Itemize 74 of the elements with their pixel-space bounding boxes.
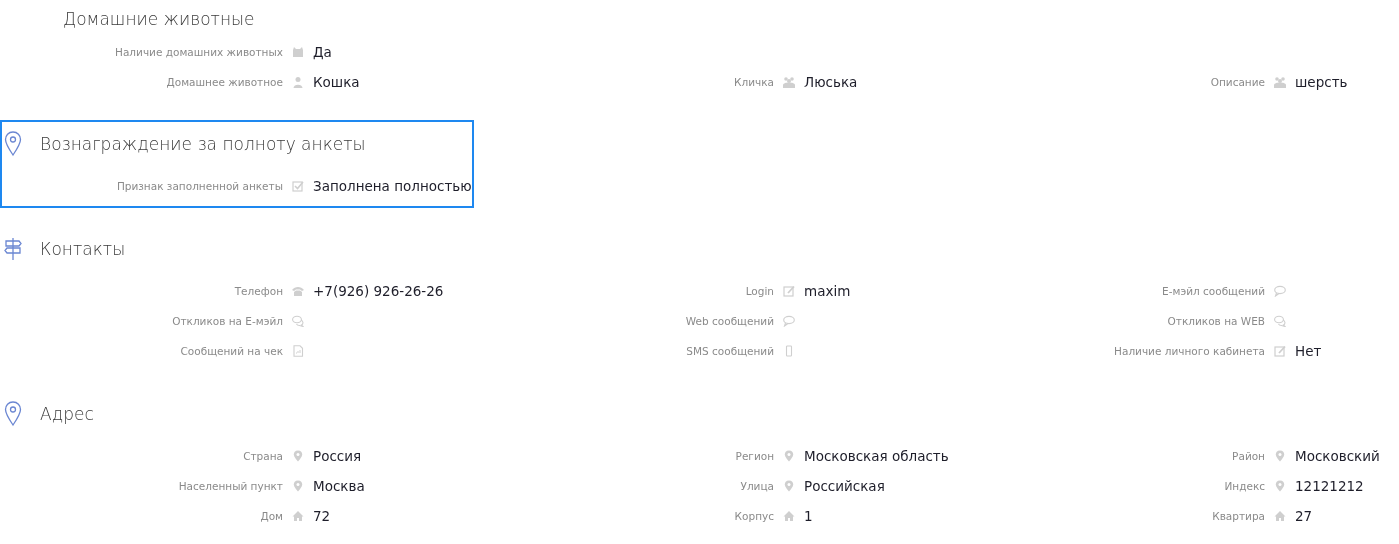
speech-bubble-icon <box>783 315 795 327</box>
speech-bubbles-icon <box>1274 315 1286 327</box>
users-icon <box>783 76 795 88</box>
field-value: maxim <box>804 283 851 299</box>
section-title: Контакты <box>40 239 126 259</box>
map-pin-icon <box>783 450 795 462</box>
field-label: SMS сообщений <box>685 345 774 357</box>
field-label: Признак заполненной анкеты <box>115 180 283 192</box>
field-value: Да <box>313 44 332 60</box>
signpost-icon <box>4 236 22 262</box>
field-value: 12121212 <box>1295 478 1364 494</box>
field-label: Кличка <box>733 76 774 88</box>
field-label: Страна <box>242 450 283 462</box>
map-pin-icon <box>1274 480 1286 492</box>
checkbox-icon <box>292 180 304 192</box>
speech-bubble-icon <box>1274 285 1286 297</box>
field-value: Люська <box>804 74 858 90</box>
field-label: Наличие личного кабинета <box>1113 345 1265 357</box>
field-value: 72 <box>313 508 331 524</box>
house-icon <box>783 510 795 522</box>
document-icon <box>292 345 304 357</box>
field-label: Сообщений на чек <box>179 345 283 357</box>
field-value: 27 <box>1295 508 1313 524</box>
map-pin-icon <box>292 480 304 492</box>
field-label: Телефон <box>233 285 283 297</box>
field-label: Login <box>744 285 774 297</box>
section[interactable]: Адрес Страна Россия Регион Московская область Район Московский Населенный пункт Москва Улица Российская Индекс 12121212 Дом 72 Корпус 1 Квартира 27 <box>0 390 1399 538</box>
field-value: Кошка <box>313 74 360 90</box>
section[interactable]: Контакты Телефон +7(926) 926-26-26 Login maxim E-мэйл сообщений Откликов на E-мэйл Web сообщений Откликов на WEB Сообщений на чек SMS сообщений Наличие личного кабинета Нет <box>0 225 1399 373</box>
field-label: Квартира <box>1211 510 1265 522</box>
field-label: Корпус <box>733 510 774 522</box>
phone-icon <box>292 285 304 297</box>
field-value: Заполнена полностью <box>313 178 472 194</box>
field-value: Москва <box>313 478 365 494</box>
section-title: Домашние животные <box>63 9 255 29</box>
field-label: Регион <box>734 450 774 462</box>
map-pin-icon <box>4 131 22 157</box>
field-label: Индекс <box>1223 480 1265 492</box>
field-value: Нет <box>1295 343 1322 359</box>
cat-icon <box>292 46 304 58</box>
field-label: Населенный пункт <box>177 480 283 492</box>
field-value: 1 <box>804 508 813 524</box>
field-label: E-мэйл сообщений <box>1161 285 1265 297</box>
field-label: Описание <box>1209 76 1265 88</box>
field-label: Район <box>1231 450 1265 462</box>
mobile-phone-icon <box>783 345 795 357</box>
map-pin-icon <box>4 401 22 427</box>
field-label: Откликов на WEB <box>1166 315 1265 327</box>
field-value: Московская область <box>804 448 949 464</box>
section-title: Вознаграждение за полноту анкеты <box>40 134 366 154</box>
field-value: шерсть <box>1295 74 1348 90</box>
speech-bubbles-icon <box>292 315 304 327</box>
section[interactable]: Домашние животные Наличие домашних животных Да Домашнее животное Кошка Кличка Люська Описание шерсть <box>0 0 1399 104</box>
map-pin-icon <box>292 450 304 462</box>
section-title: Адрес <box>40 404 94 424</box>
field-value: Московский <box>1295 448 1380 464</box>
house-icon <box>292 510 304 522</box>
field-label: Откликов на E-мэйл <box>171 315 283 327</box>
map-pin-icon <box>1274 450 1286 462</box>
field-value: Россия <box>313 448 362 464</box>
field-label: Web сообщений <box>684 315 774 327</box>
edit-icon <box>1274 345 1286 357</box>
field-label: Наличие домашних животных <box>114 46 283 58</box>
field-label: Домашнее животное <box>165 76 283 88</box>
field-label: Улица <box>739 480 774 492</box>
users-icon <box>1274 76 1286 88</box>
field-value: +7(926) 926-26-26 <box>313 283 444 299</box>
house-icon <box>1274 510 1286 522</box>
field-value: Российская <box>804 478 885 494</box>
edit-icon <box>783 285 795 297</box>
user-icon <box>292 76 304 88</box>
selected-section[interactable]: Вознаграждение за полноту анкеты Признак заполненной анкеты Заполнена полностью <box>0 120 474 208</box>
map-pin-icon <box>783 480 795 492</box>
field-label: Дом <box>259 510 283 522</box>
